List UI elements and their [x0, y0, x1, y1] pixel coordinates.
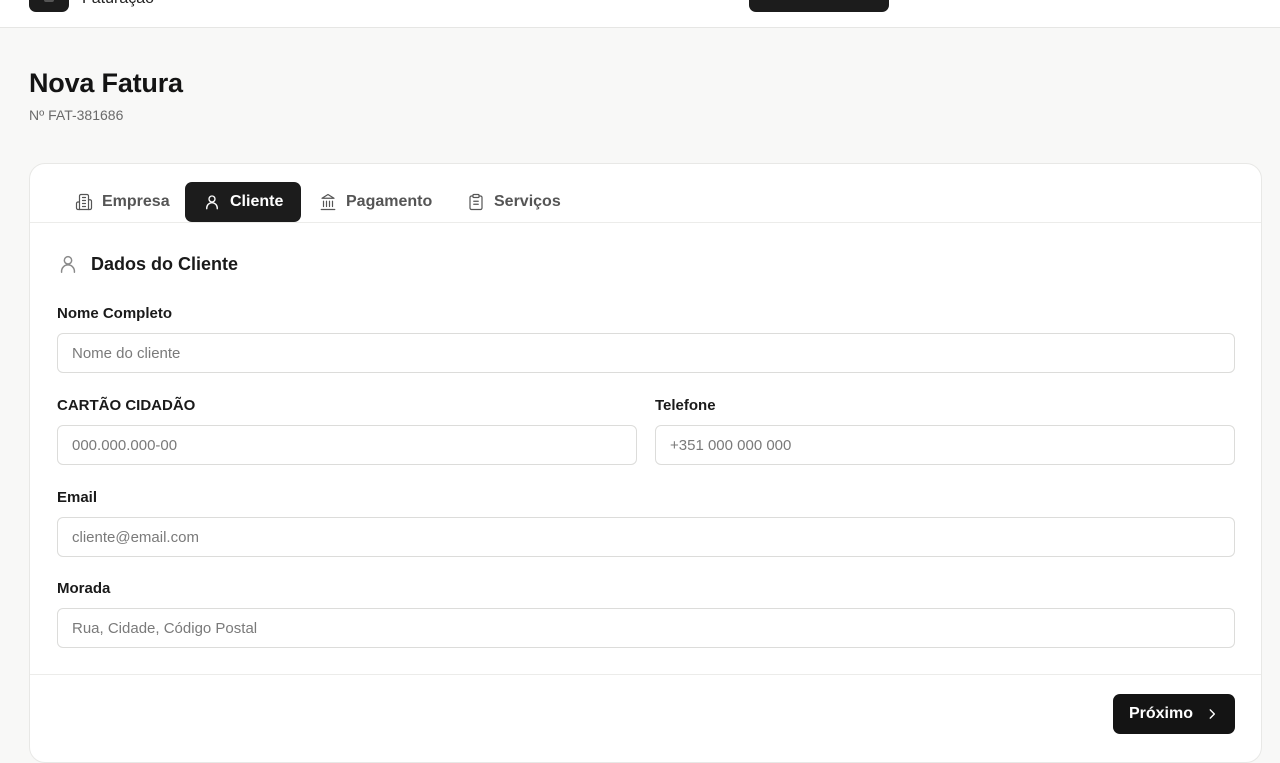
header-action-button[interactable] [749, 0, 889, 12]
citizen-card-field[interactable] [57, 425, 637, 465]
tab-pagamento[interactable]: Pagamento [301, 182, 450, 222]
tab-label: Cliente [230, 193, 284, 210]
brand-name: Faturação [82, 0, 154, 8]
tab-label: Serviços [494, 193, 561, 210]
chevron-right-icon [1209, 709, 1216, 719]
user-icon [206, 195, 218, 210]
form-footer-divider [30, 674, 1261, 675]
next-button-label: Próximo [1128, 705, 1193, 722]
tab-cliente[interactable]: Cliente [185, 182, 302, 222]
next-button[interactable]: Próximo [1113, 694, 1235, 734]
top-bar: Faturação [0, 0, 1280, 28]
tab-servicos[interactable]: Serviços [449, 182, 579, 222]
name-field[interactable] [57, 333, 1235, 373]
name-label: Nome Completo [57, 305, 173, 322]
citizen-card-label: CARTÃO CIDADÃO [57, 397, 196, 414]
tab-label: Pagamento [346, 193, 433, 210]
user-icon [60, 255, 76, 273]
section-header: Dados do Cliente [57, 253, 238, 275]
page-title: Nova Fatura [29, 68, 183, 98]
phone-field[interactable] [655, 425, 1235, 465]
invoice-number: Nº FAT-381686 [29, 107, 124, 123]
tab-label: Empresa [102, 193, 170, 210]
invoice-form-card: Empresa Cliente Pagamento Serviços Dados… [29, 163, 1262, 763]
address-label: Morada [57, 580, 111, 597]
bank-icon [320, 193, 336, 211]
phone-label: Telefone [655, 397, 716, 414]
form-tabs: Empresa Cliente Pagamento Serviços [30, 164, 1261, 223]
clipboard-icon [469, 193, 483, 211]
tab-empresa[interactable]: Empresa [57, 182, 188, 222]
email-field[interactable] [57, 517, 1235, 557]
email-label: Email [57, 489, 98, 506]
logo-icon [44, 0, 54, 2]
address-field[interactable] [57, 608, 1235, 648]
building-icon [75, 193, 93, 211]
section-title: Dados do Cliente [91, 253, 239, 274]
